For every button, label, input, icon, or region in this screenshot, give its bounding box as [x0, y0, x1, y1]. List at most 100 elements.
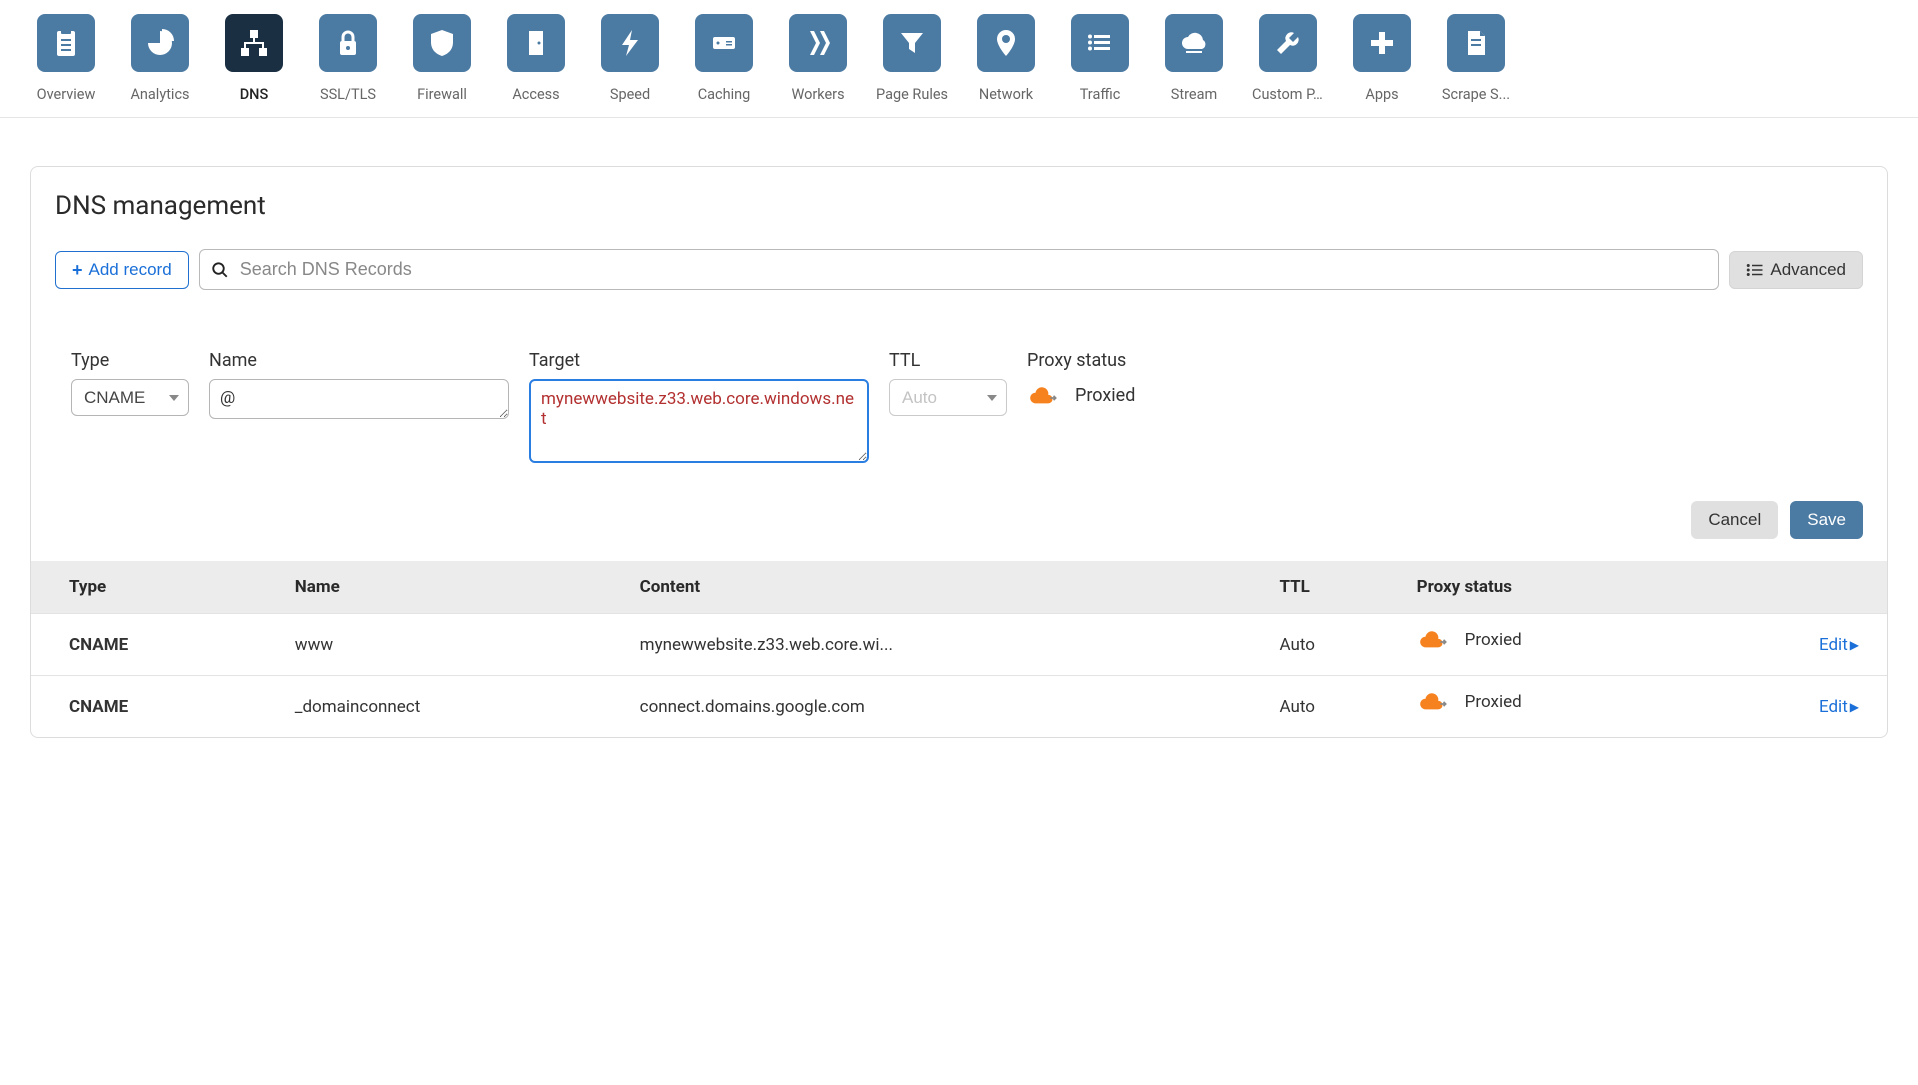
col-name: Name [283, 561, 628, 614]
ttl-select: Auto [889, 379, 1007, 416]
nav-item-ssl[interactable]: SSL/TLS [312, 14, 384, 117]
workers-icon [789, 14, 847, 72]
nav-label: Network [970, 86, 1042, 117]
name-field[interactable]: @ [209, 379, 509, 419]
panel-title: DNS management [31, 191, 1887, 249]
cell-type: CNAME [31, 614, 283, 676]
proxy-cloud-icon [1027, 386, 1061, 406]
search-input[interactable] [199, 249, 1720, 290]
nav-item-pagerules[interactable]: Page Rules [876, 14, 948, 117]
col-proxy: Proxy status [1405, 561, 1703, 614]
ttl-col: TTL Auto [889, 350, 1007, 416]
nav-item-firewall[interactable]: Firewall [406, 14, 478, 117]
nav-item-custompages[interactable]: Custom P... [1252, 14, 1324, 117]
cell-name: _domainconnect [283, 676, 628, 738]
bolt-icon [601, 14, 659, 72]
col-type: Type [31, 561, 283, 614]
name-col: Name @ [209, 350, 509, 419]
nav-item-overview[interactable]: Overview [30, 14, 102, 117]
nav-item-traffic[interactable]: Traffic [1064, 14, 1136, 117]
nav-label: Traffic [1064, 86, 1136, 117]
edit-button[interactable]: Edit ▶ [1819, 697, 1859, 717]
funnel-icon [883, 14, 941, 72]
nav-label: Page Rules [876, 86, 948, 117]
pie-icon [131, 14, 189, 72]
wrench-icon [1259, 14, 1317, 72]
save-button[interactable]: Save [1790, 501, 1863, 539]
nav-label: SSL/TLS [312, 86, 384, 117]
nav-item-scrape[interactable]: Scrape S... [1440, 14, 1512, 117]
toolbar: + Add record Advanced [31, 249, 1887, 290]
nav-label: Scrape S... [1440, 86, 1512, 117]
nav-label: Apps [1346, 86, 1418, 117]
lock-icon [319, 14, 377, 72]
form-actions: Cancel Save [31, 469, 1887, 561]
proxy-col: Proxy status Proxied [1027, 350, 1135, 406]
doc-icon [1447, 14, 1505, 72]
edit-button[interactable]: Edit ▶ [1819, 635, 1859, 655]
cell-ttl: Auto [1267, 676, 1404, 738]
nav-label: Speed [594, 86, 666, 117]
clipboard-icon [37, 14, 95, 72]
cell-proxy: Proxied [1405, 676, 1703, 738]
search-icon [211, 261, 229, 279]
search-wrap [199, 249, 1720, 290]
proxy-cloud-icon [1417, 692, 1451, 712]
cell-name: www [283, 614, 628, 676]
add-record-button[interactable]: + Add record [55, 251, 189, 289]
col-content: Content [628, 561, 1268, 614]
col-ttl: TTL [1267, 561, 1404, 614]
nav-label: Stream [1158, 86, 1230, 117]
proxy-value: Proxied [1075, 385, 1135, 406]
ttl-label: TTL [889, 350, 1007, 371]
chevron-right-icon: ▶ [1850, 700, 1859, 714]
target-field[interactable]: mynewwebsite.z33.web.core.windows.net [529, 379, 869, 463]
nav-item-stream[interactable]: Stream [1158, 14, 1230, 117]
cloud-icon [1165, 14, 1223, 72]
nav-item-network[interactable]: Network [970, 14, 1042, 117]
plus-icon [1353, 14, 1411, 72]
nav-item-apps[interactable]: Apps [1346, 14, 1418, 117]
nav-label: Access [500, 86, 572, 117]
top-nav: Overview Analytics DNS SSL/TLS Firewall Acces… [0, 0, 1918, 118]
add-record-label: Add record [89, 260, 172, 280]
nav-item-workers[interactable]: Workers [782, 14, 854, 117]
nav-item-analytics[interactable]: Analytics [124, 14, 196, 117]
list-icon [1746, 263, 1764, 277]
type-label: Type [71, 350, 189, 371]
dns-records-table: Type Name Content TTL Proxy status CNAME… [31, 561, 1887, 737]
nav-item-access[interactable]: Access [500, 14, 572, 117]
list-icon [1071, 14, 1129, 72]
nav-item-dns[interactable]: DNS [218, 14, 290, 117]
nav-label: Custom P... [1252, 86, 1324, 117]
cell-content: mynewwebsite.z33.web.core.wi... [628, 614, 1268, 676]
target-col: Target mynewwebsite.z33.web.core.windows… [529, 350, 869, 463]
proxy-toggle[interactable]: Proxied [1027, 379, 1135, 406]
chevron-right-icon: ▶ [1850, 638, 1859, 652]
table-row: CNAME_domainconnectconnect.domains.googl… [31, 676, 1887, 738]
pin-icon [977, 14, 1035, 72]
cell-ttl: Auto [1267, 614, 1404, 676]
dns-panel: DNS management + Add record Advanced Typ… [30, 166, 1888, 738]
nav-label: Workers [782, 86, 854, 117]
type-select[interactable]: CNAME [71, 379, 189, 416]
name-label: Name [209, 350, 509, 371]
nav-label: Firewall [406, 86, 478, 117]
nav-item-speed[interactable]: Speed [594, 14, 666, 117]
sitemap-icon [225, 14, 283, 72]
type-col: Type CNAME [71, 350, 189, 416]
shield-icon [413, 14, 471, 72]
nav-item-caching[interactable]: Caching [688, 14, 760, 117]
cell-proxy: Proxied [1405, 614, 1703, 676]
nav-label: DNS [218, 86, 290, 117]
drive-icon [695, 14, 753, 72]
cancel-button[interactable]: Cancel [1691, 501, 1778, 539]
proxy-cloud-icon [1417, 630, 1451, 650]
advanced-label: Advanced [1770, 260, 1846, 280]
advanced-button[interactable]: Advanced [1729, 251, 1863, 289]
nav-label: Overview [30, 86, 102, 117]
plus-icon: + [72, 261, 83, 279]
table-row: CNAMEwwwmynewwebsite.z33.web.core.wi...A… [31, 614, 1887, 676]
cell-content: connect.domains.google.com [628, 676, 1268, 738]
cell-type: CNAME [31, 676, 283, 738]
